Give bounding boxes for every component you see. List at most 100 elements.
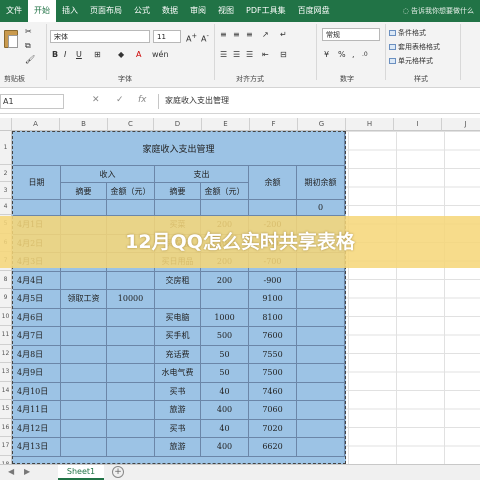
- opening-balance-value[interactable]: 0: [297, 200, 345, 216]
- cell-exp-sum[interactable]: 旅游: [155, 401, 201, 420]
- row-header[interactable]: 8: [0, 270, 12, 289]
- formula-input[interactable]: 家庭收入支出管理: [158, 94, 476, 109]
- copy-icon[interactable]: ⧉: [25, 41, 31, 51]
- cell-exp-amt[interactable]: 50: [201, 364, 249, 383]
- cell-inc-sum[interactable]: [61, 419, 107, 438]
- enter-icon[interactable]: ✓: [116, 95, 124, 105]
- cell-date[interactable]: 4月4日: [13, 271, 61, 290]
- tell-me-search[interactable]: ◌ 告诉我你想要做什么: [403, 0, 474, 22]
- cell-inc-amt[interactable]: [107, 364, 155, 383]
- column-header[interactable]: E: [202, 118, 250, 131]
- format-painter-icon[interactable]: 🖌: [25, 55, 35, 65]
- column-header[interactable]: I: [394, 118, 442, 131]
- column-header[interactable]: G: [298, 118, 346, 131]
- cell-exp-sum[interactable]: 买书: [155, 382, 201, 401]
- cell-empty[interactable]: [61, 200, 107, 216]
- cell-balance[interactable]: 7600: [249, 327, 297, 346]
- align-middle-icon[interactable]: ≡: [233, 30, 240, 40]
- cut-icon[interactable]: ✂: [25, 27, 32, 37]
- cell-opening[interactable]: [297, 290, 345, 309]
- row-header[interactable]: 4: [0, 199, 12, 215]
- row-header[interactable]: 14: [0, 381, 12, 400]
- paste-button[interactable]: [2, 26, 22, 56]
- cell-exp-amt[interactable]: 40: [201, 419, 249, 438]
- cell-inc-amt[interactable]: [107, 308, 155, 327]
- cell-inc-sum[interactable]: [61, 364, 107, 383]
- row-header[interactable]: 16: [0, 418, 12, 437]
- cell-exp-sum[interactable]: 买电脑: [155, 308, 201, 327]
- cell-date[interactable]: 4月7日: [13, 327, 61, 346]
- header-expense[interactable]: 支出: [155, 166, 249, 183]
- cell-balance[interactable]: 7460: [249, 382, 297, 401]
- cell-balance[interactable]: 7060: [249, 401, 297, 420]
- cell-empty[interactable]: [13, 200, 61, 216]
- column-header[interactable]: H: [346, 118, 394, 131]
- cell-exp-amt[interactable]: 200: [201, 271, 249, 290]
- header-expense-amount[interactable]: 金额（元）: [201, 183, 249, 200]
- cell-opening[interactable]: [297, 382, 345, 401]
- cancel-icon[interactable]: ✕: [92, 95, 100, 105]
- row-header[interactable]: 11: [0, 326, 12, 345]
- cell-date[interactable]: 4月5日: [13, 290, 61, 309]
- fill-color-icon[interactable]: ◆: [118, 50, 124, 60]
- tab-home[interactable]: 开始: [28, 0, 56, 22]
- cell-inc-amt[interactable]: 10000: [107, 290, 155, 309]
- percent-icon[interactable]: %: [338, 50, 346, 60]
- grow-font-icon[interactable]: A+: [186, 31, 197, 45]
- sheet-tab-sheet1[interactable]: Sheet1: [58, 465, 104, 480]
- header-opening-balance[interactable]: 期初余额: [297, 166, 345, 200]
- cell-inc-amt[interactable]: [107, 345, 155, 364]
- cell-opening[interactable]: [297, 271, 345, 290]
- cell-empty[interactable]: [201, 200, 249, 216]
- cell-exp-amt[interactable]: 400: [201, 438, 249, 457]
- cell-exp-amt[interactable]: 40: [201, 382, 249, 401]
- cell-inc-sum[interactable]: [61, 438, 107, 457]
- cell-inc-sum[interactable]: [61, 271, 107, 290]
- align-center-icon[interactable]: ☰: [233, 50, 240, 60]
- tab-file[interactable]: 文件: [0, 0, 28, 22]
- cell-inc-amt[interactable]: [107, 382, 155, 401]
- cell-exp-sum[interactable]: 旅游: [155, 438, 201, 457]
- conditional-formatting-button[interactable]: 条件格式: [389, 28, 426, 38]
- cell-exp-amt[interactable]: [201, 290, 249, 309]
- cell-date[interactable]: 4月8日: [13, 345, 61, 364]
- currency-icon[interactable]: ¥: [324, 50, 329, 60]
- borders-icon[interactable]: ⊞: [94, 50, 101, 60]
- cell-opening[interactable]: [297, 327, 345, 346]
- underline-icon[interactable]: U: [76, 50, 82, 60]
- number-format-select[interactable]: 常规: [322, 28, 380, 41]
- align-left-icon[interactable]: ☰: [220, 50, 227, 60]
- cell-inc-amt[interactable]: [107, 438, 155, 457]
- italic-icon[interactable]: I: [64, 50, 66, 60]
- bold-icon[interactable]: B: [52, 50, 58, 60]
- cell-empty[interactable]: [107, 200, 155, 216]
- column-header[interactable]: B: [60, 118, 108, 131]
- cell-opening[interactable]: [297, 401, 345, 420]
- font-color-icon[interactable]: A: [136, 50, 141, 60]
- add-sheet-button[interactable]: +: [112, 466, 124, 478]
- header-expense-summary[interactable]: 摘要: [155, 183, 201, 200]
- row-header[interactable]: 9: [0, 289, 12, 308]
- table-title[interactable]: 家庭收入支出管理: [13, 132, 345, 166]
- row-header[interactable]: 15: [0, 400, 12, 419]
- cell-empty[interactable]: [249, 200, 297, 216]
- cell-exp-sum[interactable]: [155, 290, 201, 309]
- cell-balance[interactable]: 7550: [249, 345, 297, 364]
- align-right-icon[interactable]: ☰: [246, 50, 253, 60]
- cell-exp-sum[interactable]: 水电气费: [155, 364, 201, 383]
- indent-icon[interactable]: ⇤: [262, 50, 269, 60]
- cell-inc-sum[interactable]: [61, 308, 107, 327]
- cell-opening[interactable]: [297, 364, 345, 383]
- cell-exp-sum[interactable]: 充话费: [155, 345, 201, 364]
- row-header[interactable]: 2: [0, 165, 12, 182]
- tab-insert[interactable]: 插入: [56, 0, 84, 22]
- tab-baidu-netdisk[interactable]: 百度网盘: [292, 0, 336, 22]
- tab-data[interactable]: 数据: [156, 0, 184, 22]
- merge-center-icon[interactable]: ⊟: [280, 50, 287, 60]
- cell-balance[interactable]: 7020: [249, 419, 297, 438]
- tab-view[interactable]: 视图: [212, 0, 240, 22]
- cell-empty[interactable]: [155, 200, 201, 216]
- comma-style-icon[interactable]: ,: [352, 50, 355, 60]
- cell-opening[interactable]: [297, 438, 345, 457]
- tab-pdf-tools[interactable]: PDF工具集: [240, 0, 292, 22]
